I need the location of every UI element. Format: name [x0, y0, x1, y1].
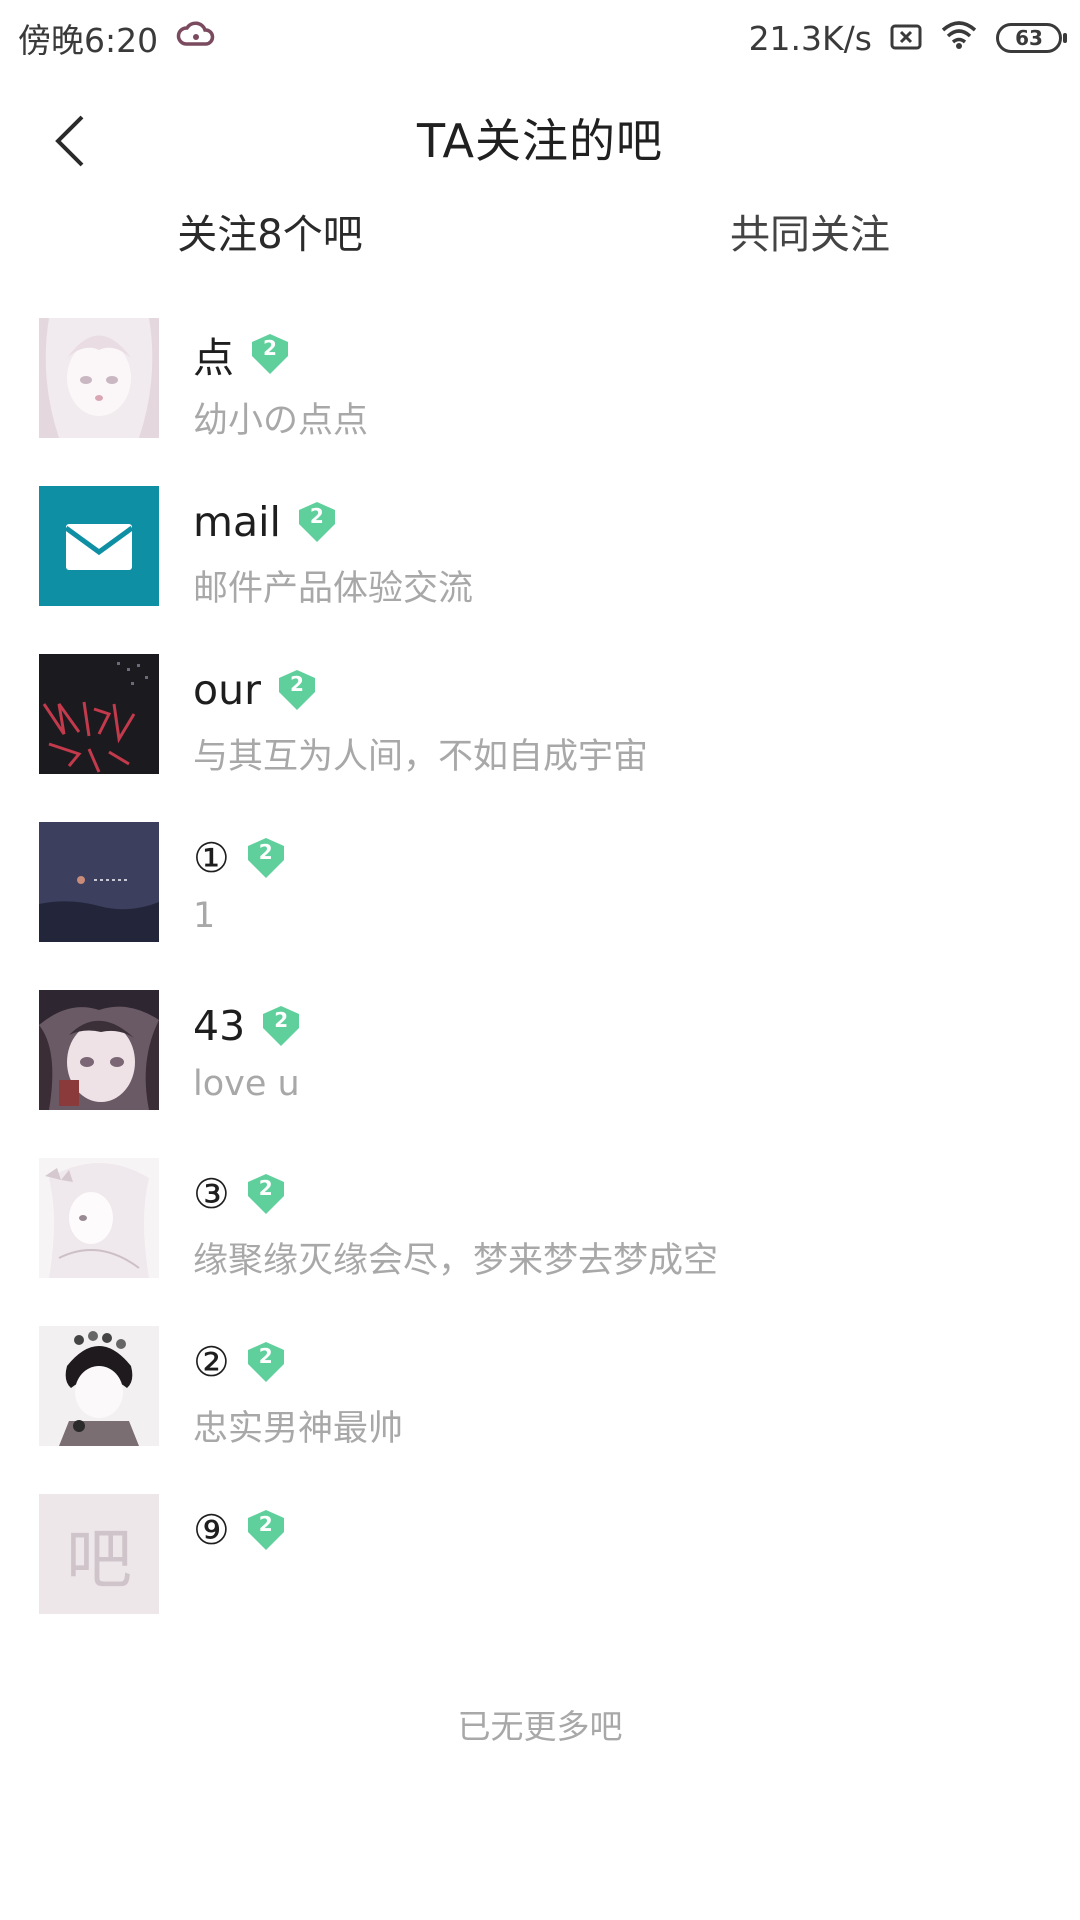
forum-name: ①: [193, 834, 230, 882]
battery-level: 63: [1015, 26, 1043, 50]
list-item[interactable]: 43 2 love u: [0, 990, 1080, 1158]
level-badge-icon: 2: [248, 332, 292, 376]
end-of-list-note: 已无更多吧: [457, 1707, 623, 1746]
forum-name: ②: [193, 1338, 230, 1386]
forum-desc: [193, 1568, 288, 1612]
tab-following[interactable]: 关注8个吧: [0, 176, 540, 286]
net-speed: 21.3K/s: [748, 18, 872, 58]
level-number: 2: [258, 1176, 273, 1200]
level-badge-icon: 2: [295, 500, 339, 544]
level-badge-icon: 2: [275, 668, 319, 712]
forum-name: mail: [193, 498, 281, 546]
battery-icon: 63: [996, 23, 1067, 53]
forum-name: 点: [193, 334, 234, 382]
forum-avatar: [39, 822, 159, 942]
default-avatar-text: 吧: [66, 1521, 132, 1598]
level-number: 2: [309, 504, 324, 528]
level-badge-icon: 2: [244, 1172, 288, 1216]
forum-avatar: [39, 318, 159, 438]
forum-desc: 邮件产品体验交流: [193, 569, 474, 609]
list-item[interactable]: 点 2 幼小の点点: [0, 318, 1080, 486]
level-number: 2: [258, 840, 273, 864]
level-badge-icon: 2: [244, 836, 288, 880]
cloud-icon: [176, 19, 216, 58]
tab-bar: 关注8个吧 共同关注: [0, 176, 1080, 286]
level-number: 2: [258, 1344, 273, 1368]
list-item[interactable]: ② 2 忠实男神最帅: [0, 1326, 1080, 1494]
forum-desc: 缘聚缘灭缘会尽，梦来梦去梦成空: [193, 1241, 719, 1281]
forum-name: ③: [193, 1170, 230, 1218]
forum-name: our: [193, 666, 261, 714]
forum-desc: 忠实男神最帅: [193, 1409, 404, 1449]
forum-avatar: [39, 486, 159, 606]
tab-mutual[interactable]: 共同关注: [540, 176, 1080, 286]
level-number: 2: [263, 336, 277, 360]
list-item[interactable]: our 2 与其互为人间，不如自成宇宙: [0, 654, 1080, 822]
level-badge-icon: 2: [259, 1004, 303, 1048]
list-item[interactable]: 吧 ⑨ 2: [0, 1494, 1080, 1662]
list-item[interactable]: mail 2 邮件产品体验交流: [0, 486, 1080, 654]
list-item[interactable]: ③ 2 缘聚缘灭缘会尽，梦来梦去梦成空: [0, 1158, 1080, 1326]
level-badge-icon: 2: [244, 1340, 288, 1384]
forum-avatar: [39, 990, 159, 1110]
wifi-icon: [940, 19, 978, 58]
mail-icon: [39, 486, 159, 606]
forum-name: ⑨: [193, 1506, 230, 1554]
level-number: 2: [289, 672, 304, 696]
level-badge-icon: 2: [244, 1508, 288, 1552]
list-item[interactable]: ① 2 1: [0, 822, 1080, 990]
forum-desc: 幼小の点点: [193, 401, 369, 441]
forum-desc: 与其互为人间，不如自成宇宙: [193, 737, 649, 777]
forum-list: 点 2 幼小の点点 mail 2 邮件产品体验交流 our 2 与其互为人间，不…: [0, 318, 1080, 1662]
forum-avatar: 吧: [39, 1494, 159, 1614]
forum-desc: 1: [193, 896, 216, 936]
forum-avatar: [39, 1158, 159, 1278]
forum-name: 43: [193, 1002, 246, 1050]
forum-desc: love u: [193, 1064, 300, 1104]
level-number: 2: [274, 1008, 289, 1032]
forum-avatar: [39, 654, 159, 774]
sim-off-icon: [890, 19, 922, 58]
forum-avatar: [39, 1326, 159, 1446]
level-number: 2: [258, 1512, 273, 1536]
status-bar: 傍晚6:20 21.3K/s 63: [0, 0, 1080, 76]
status-time: 傍晚6:20: [18, 21, 159, 60]
